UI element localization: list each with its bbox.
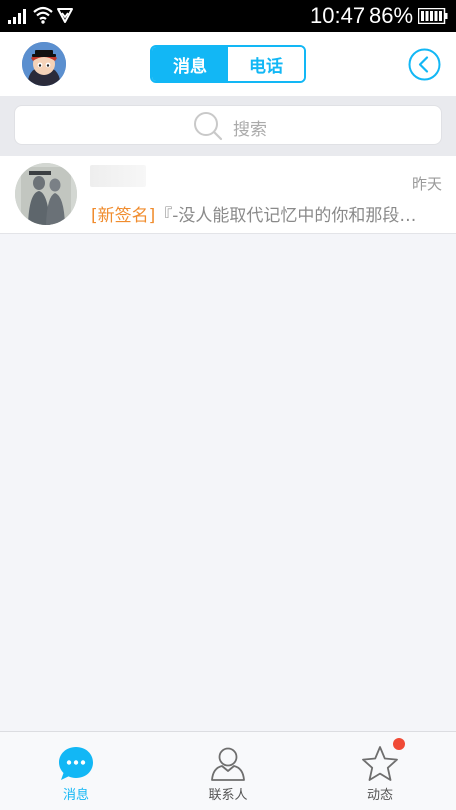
bottom-tab-messages[interactable]: 消息 <box>0 732 152 810</box>
signature-tag: [新签名] <box>91 206 156 226</box>
conversation-row[interactable]: 昨天 [新签名]『-没人能取代记忆中的你和那段… <box>0 156 456 234</box>
bottom-tab-feed-label: 动态 <box>366 788 393 803</box>
contact-avatar[interactable] <box>15 163 77 225</box>
wifi-icon <box>33 6 53 24</box>
header: 消息 电话 <box>0 32 456 96</box>
notification-badge <box>393 738 405 750</box>
contact-avatar-image <box>15 163 77 225</box>
signal-icon <box>8 8 28 24</box>
contact-name-redacted <box>90 165 146 187</box>
message-call-switch: 消息 电话 <box>150 45 306 83</box>
status-time: 10:47 <box>310 3 366 28</box>
message-time: 昨天 <box>412 175 443 193</box>
tab-calls[interactable]: 电话 <box>228 47 304 81</box>
bottom-tab-feed[interactable]: 动态 <box>304 732 456 810</box>
contacts-icon <box>211 747 245 781</box>
avatar-image <box>22 42 66 86</box>
search-input[interactable]: 搜索 <box>14 105 442 145</box>
bottom-tab-contacts-label: 联系人 <box>208 788 248 803</box>
message-preview: [新签名]『-没人能取代记忆中的你和那段… <box>91 201 435 226</box>
bottom-tab-bar: 消息 联系人 动态 <box>0 731 456 810</box>
tab-messages[interactable]: 消息 <box>152 47 228 81</box>
user-avatar[interactable] <box>22 42 66 86</box>
vpn-shield-icon <box>57 8 73 23</box>
battery-percent: 86% <box>369 3 414 28</box>
bottom-tab-contacts[interactable]: 联系人 <box>152 732 304 810</box>
search-bar-container: 搜索 <box>0 96 456 156</box>
status-bar: 10:47 86% <box>0 0 456 32</box>
chat-bubble-icon <box>59 747 93 780</box>
star-icon <box>362 746 398 781</box>
bottom-tab-messages-label: 消息 <box>62 788 89 803</box>
preview-text: 『-没人能取代记忆中的你和那段… <box>155 206 417 226</box>
search-placeholder: 搜索 <box>233 120 267 140</box>
battery-icon <box>418 8 448 24</box>
back-icon[interactable] <box>408 48 441 81</box>
search-icon <box>194 112 223 141</box>
